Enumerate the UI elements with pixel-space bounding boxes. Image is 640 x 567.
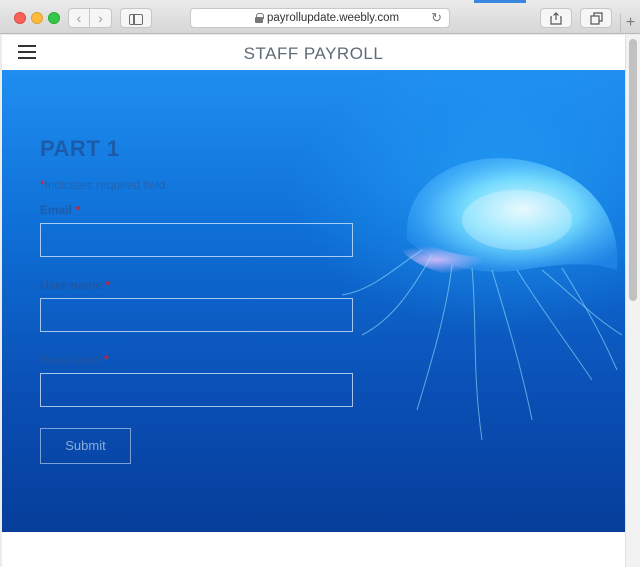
share-icon <box>550 12 562 25</box>
zoom-window-button[interactable] <box>48 12 60 24</box>
sidebar-toggle-button[interactable] <box>120 8 152 28</box>
jellyfish-image <box>341 158 623 441</box>
required-star: * <box>104 353 109 367</box>
browser-toolbar: ‹ › payrollupdate.weebly.com ↻ + <box>0 0 640 34</box>
chevron-left-icon: ‹ <box>76 10 82 26</box>
share-button[interactable] <box>540 8 572 28</box>
new-tab-button[interactable]: + <box>620 14 640 34</box>
username-label-text: User-name <box>40 278 103 292</box>
required-note-text: Indicates required field <box>44 178 166 192</box>
close-window-button[interactable] <box>14 12 26 24</box>
address-bar[interactable]: payrollupdate.weebly.com ↻ <box>190 8 450 28</box>
vertical-scrollbar[interactable] <box>625 35 640 567</box>
hero-banner: PART 1 *Indicates required field Email *… <box>2 70 625 532</box>
email-label-text: Email <box>40 203 73 217</box>
email-field[interactable] <box>40 223 353 257</box>
required-star: * <box>105 278 111 292</box>
sidebar-icon <box>129 14 143 25</box>
active-tab-indicator <box>474 0 526 3</box>
form-heading: PART 1 <box>40 136 120 161</box>
minimize-window-button[interactable] <box>31 12 43 24</box>
show-tabs-button[interactable] <box>580 8 612 28</box>
lock-icon <box>255 13 264 23</box>
site-title[interactable]: STAFF PAYROLL <box>2 44 625 64</box>
tabs-icon <box>590 12 603 25</box>
username-field[interactable] <box>40 298 353 332</box>
url-text: payrollupdate.weebly.com <box>267 12 400 24</box>
email-label: Email * <box>40 203 80 217</box>
submit-button[interactable]: Submit <box>40 428 131 464</box>
chevron-right-icon: › <box>98 10 103 26</box>
web-page: STAFF PAYROLL PART 1 *Indicates required… <box>2 35 625 567</box>
required-star: * <box>75 203 81 217</box>
forward-button[interactable]: › <box>90 8 112 28</box>
back-button[interactable]: ‹ <box>68 8 90 28</box>
password-field[interactable] <box>40 373 353 407</box>
reload-icon[interactable]: ↻ <box>431 10 442 26</box>
required-field-note: *Indicates required field <box>40 178 165 192</box>
password-label-text: Pass-word <box>40 353 101 367</box>
scrollbar-thumb[interactable] <box>629 39 637 301</box>
username-label: User-name * <box>40 278 110 292</box>
site-header: STAFF PAYROLL <box>2 35 625 70</box>
password-label: Pass-word * <box>40 353 109 367</box>
